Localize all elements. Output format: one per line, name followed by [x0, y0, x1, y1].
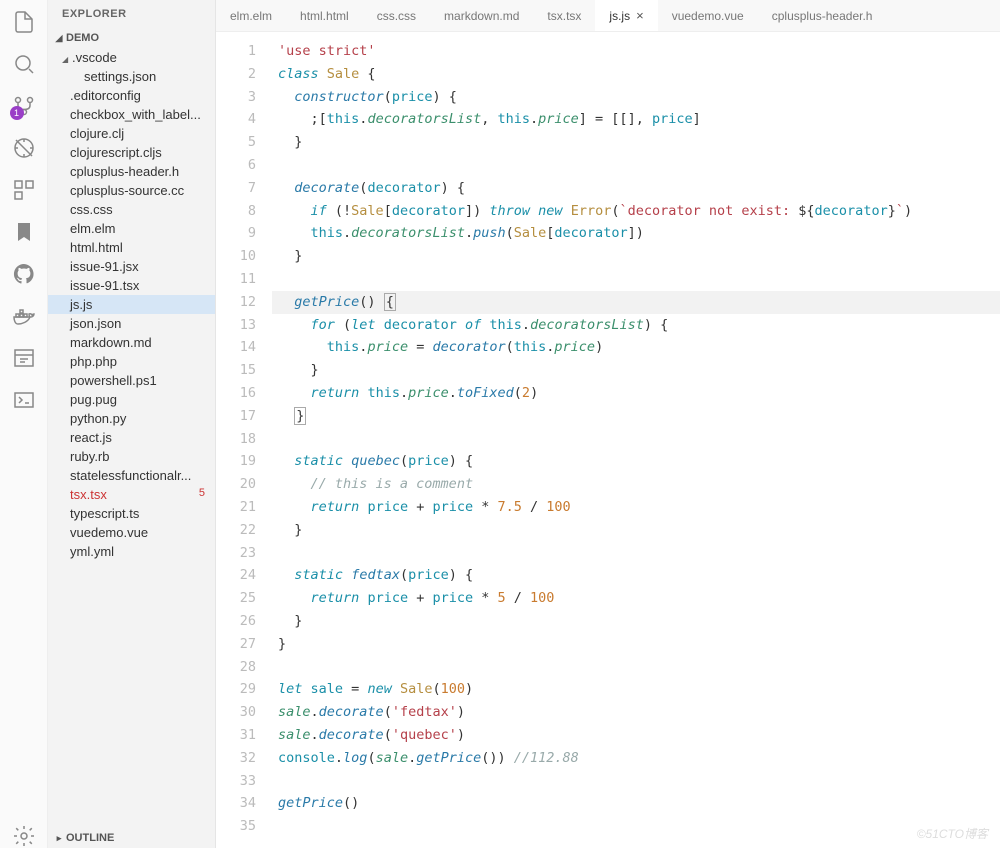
watermark: ©51CTO博客	[917, 825, 988, 842]
bookmark-icon[interactable]	[12, 220, 36, 244]
close-icon[interactable]: ×	[636, 8, 644, 23]
section-demo[interactable]: ◢DEMO	[48, 28, 215, 48]
file-item[interactable]: elm.elm	[48, 219, 215, 238]
editor-tab[interactable]: css.css	[363, 0, 430, 31]
file-item[interactable]: issue-91.jsx	[48, 257, 215, 276]
file-item[interactable]: react.js	[48, 428, 215, 447]
sidebar-title[interactable]: EXPLORER	[48, 0, 215, 28]
file-item[interactable]: ◢.vscode	[48, 48, 215, 67]
activity-bar: 1	[0, 0, 48, 848]
file-item[interactable]: markdown.md	[48, 333, 215, 352]
chevron-down-icon: ◢	[54, 33, 64, 44]
file-item[interactable]: vuedemo.vue	[48, 523, 215, 542]
preview-icon[interactable]	[12, 346, 36, 370]
editor-tab[interactable]: tsx.tsx	[533, 0, 595, 31]
file-item[interactable]: js.js	[48, 295, 215, 314]
extensions-icon[interactable]	[12, 178, 36, 202]
file-item[interactable]: checkbox_with_label...	[48, 105, 215, 124]
file-tree: ◢.vscodesettings.json.editorconfigcheckb…	[48, 48, 215, 828]
terminal-icon[interactable]	[12, 388, 36, 412]
section-outline[interactable]: ▸OUTLINE	[48, 828, 215, 848]
chevron-right-icon: ▸	[54, 833, 64, 844]
github-icon[interactable]	[12, 262, 36, 286]
file-item[interactable]: php.php	[48, 352, 215, 371]
file-item[interactable]: json.json	[48, 314, 215, 333]
file-item[interactable]: cplusplus-source.cc	[48, 181, 215, 200]
file-item[interactable]: .editorconfig	[48, 86, 215, 105]
line-gutter: 1234567891011121314151617181920212223242…	[216, 32, 272, 848]
tab-bar: elm.elmhtml.htmlcss.cssmarkdown.mdtsx.ts…	[216, 0, 1000, 32]
file-item[interactable]: clojurescript.cljs	[48, 143, 215, 162]
source-control-icon[interactable]: 1	[12, 94, 36, 118]
explorer-icon[interactable]	[12, 10, 36, 34]
docker-icon[interactable]	[12, 304, 36, 328]
file-item[interactable]: tsx.tsx5	[48, 485, 215, 504]
file-item[interactable]: ruby.rb	[48, 447, 215, 466]
file-item[interactable]: statelessfunctionalr...	[48, 466, 215, 485]
editor-tab[interactable]: js.js×	[595, 0, 657, 31]
code-editor[interactable]: 1234567891011121314151617181920212223242…	[216, 32, 1000, 848]
scm-badge: 1	[10, 106, 24, 120]
file-item[interactable]: typescript.ts	[48, 504, 215, 523]
file-item[interactable]: pug.pug	[48, 390, 215, 409]
sidebar: EXPLORER ◢DEMO ◢.vscodesettings.json.edi…	[48, 0, 216, 848]
editor-tab[interactable]: markdown.md	[430, 0, 533, 31]
file-item[interactable]: cplusplus-header.h	[48, 162, 215, 181]
search-icon[interactable]	[12, 52, 36, 76]
editor-tab[interactable]: cplusplus-header.h	[758, 0, 887, 31]
file-item[interactable]: powershell.ps1	[48, 371, 215, 390]
code-lines[interactable]: 'use strict'class Sale { constructor(pri…	[272, 32, 1000, 848]
file-item[interactable]: settings.json	[48, 67, 215, 86]
editor-tab[interactable]: elm.elm	[216, 0, 286, 31]
file-item[interactable]: css.css	[48, 200, 215, 219]
settings-gear-icon[interactable]	[12, 824, 36, 848]
editor-tab[interactable]: vuedemo.vue	[658, 0, 758, 31]
editor-tab[interactable]: html.html	[286, 0, 363, 31]
file-item[interactable]: yml.yml	[48, 542, 215, 561]
editor-area: elm.elmhtml.htmlcss.cssmarkdown.mdtsx.ts…	[216, 0, 1000, 848]
file-item[interactable]: python.py	[48, 409, 215, 428]
debug-icon[interactable]	[12, 136, 36, 160]
file-item[interactable]: html.html	[48, 238, 215, 257]
file-item[interactable]: clojure.clj	[48, 124, 215, 143]
file-item[interactable]: issue-91.tsx	[48, 276, 215, 295]
